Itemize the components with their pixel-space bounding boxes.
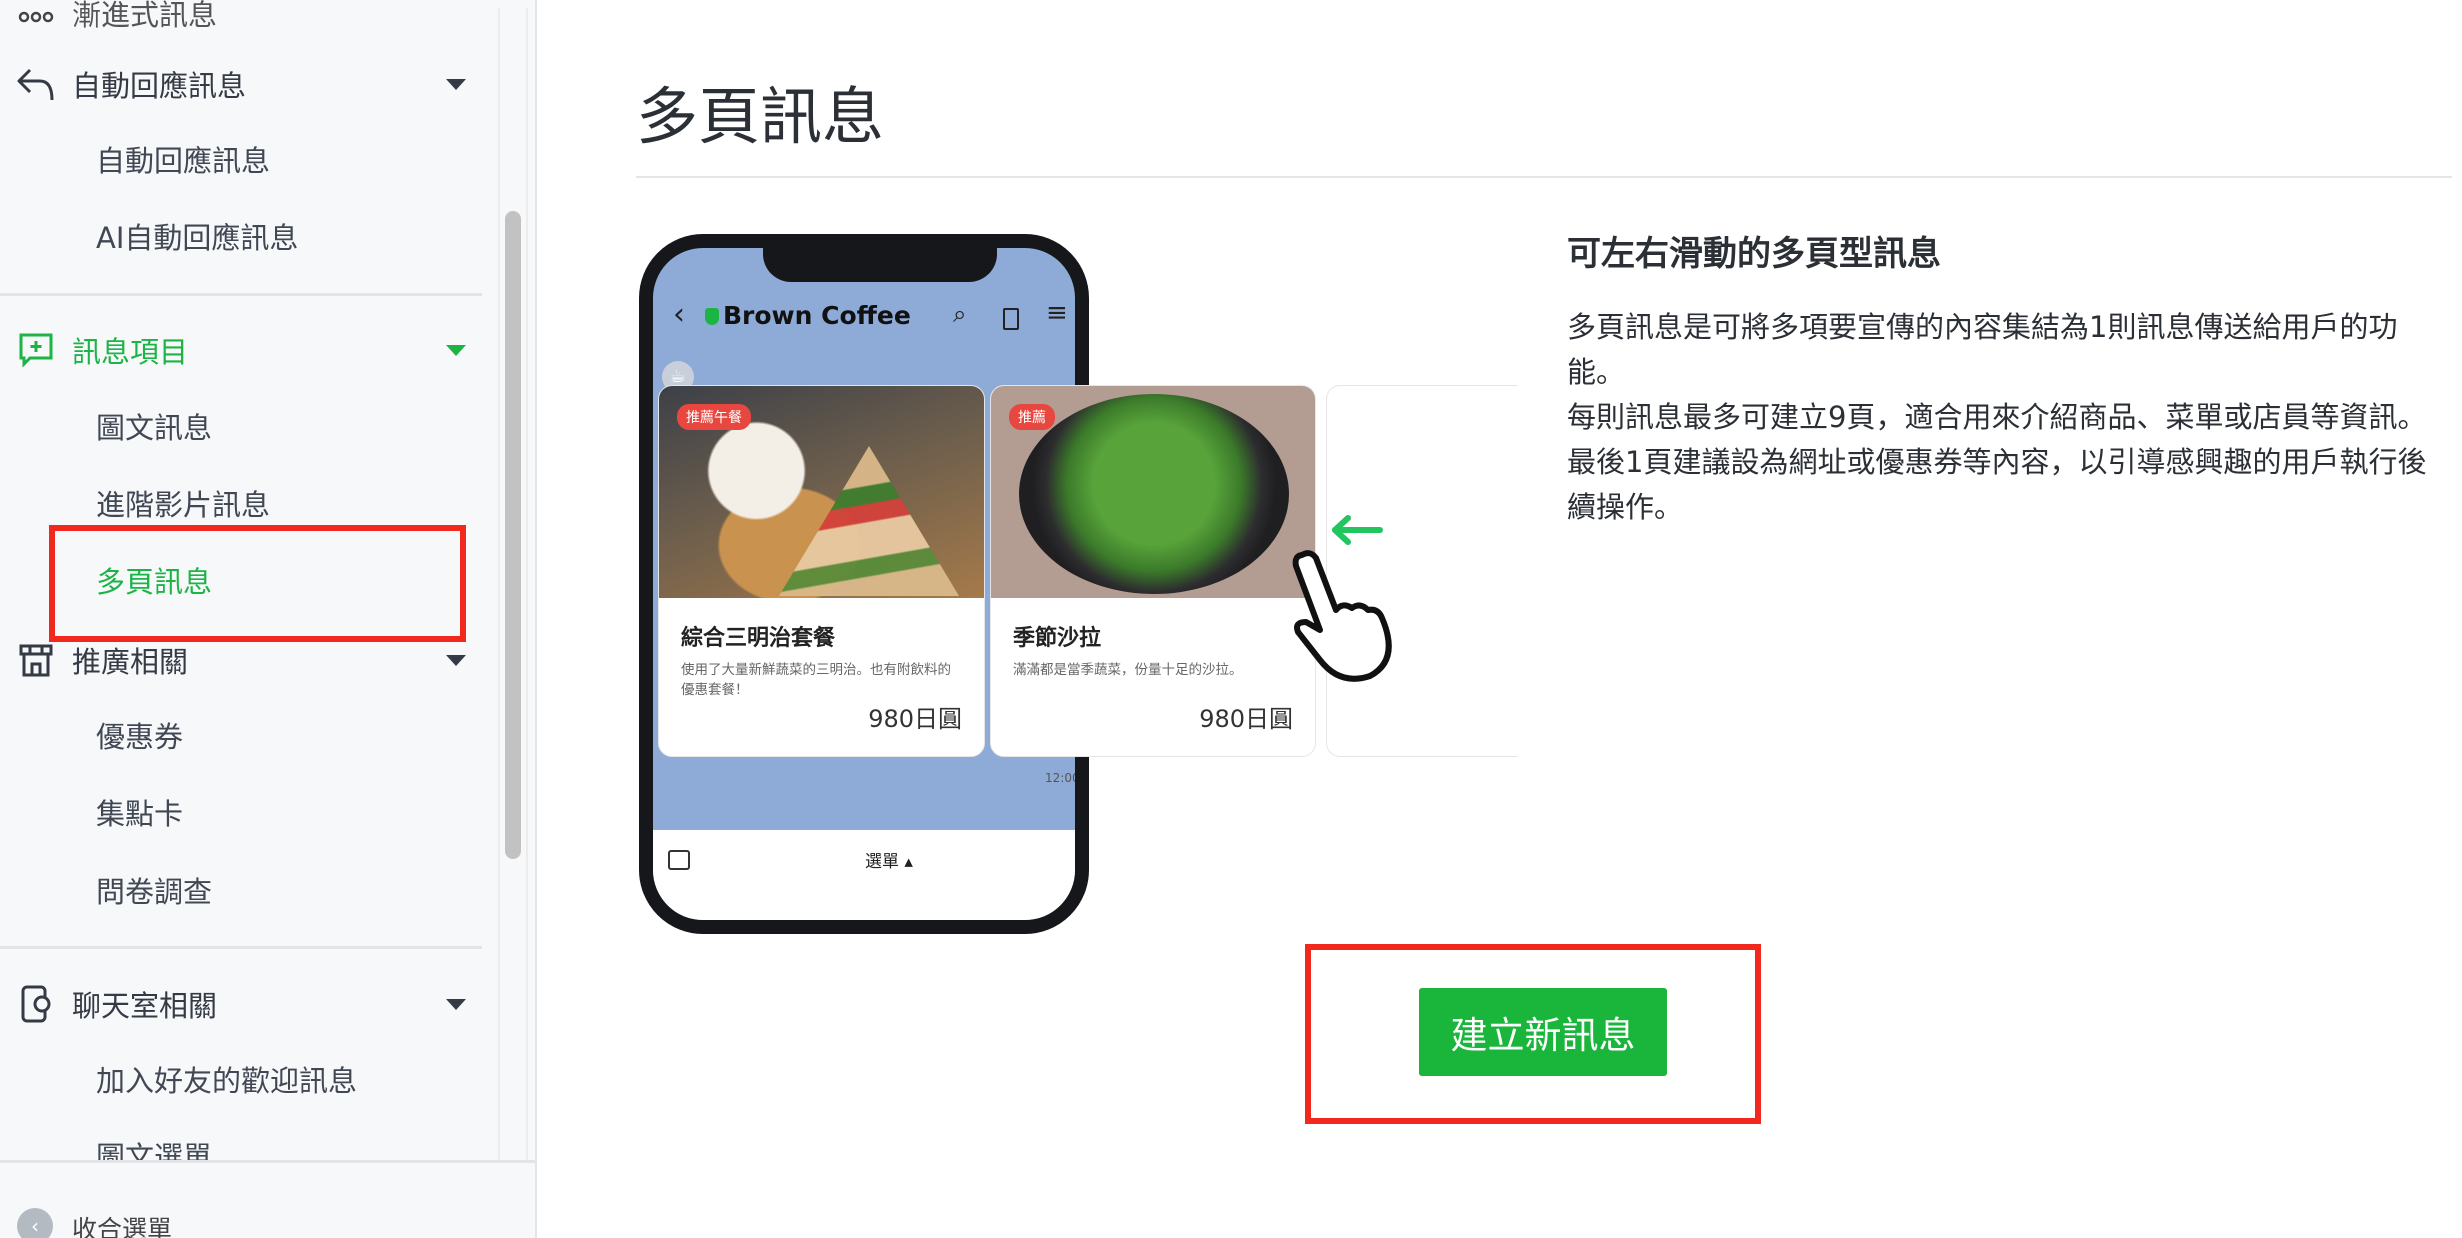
- message-add-icon: [16, 330, 56, 370]
- collapse-menu-label: 收合選單: [72, 1215, 173, 1238]
- sandwich-shape: [779, 446, 959, 596]
- verified-shield-icon: [705, 308, 719, 325]
- divider: [636, 176, 2452, 178]
- card-title: 綜合三明治套餐: [681, 626, 836, 651]
- carousel-card: 推薦 季節沙拉 滿滿都是當季蔬菜，份量十足的沙拉。 980日圓: [990, 385, 1316, 757]
- sidebar-item-survey[interactable]: 問卷調查: [96, 870, 212, 914]
- reply-icon: [16, 64, 56, 104]
- sidebar-group-label: 推廣相關: [72, 645, 189, 679]
- card-description: 滿滿都是當季蔬菜，份量十足的沙拉。: [1013, 662, 1243, 678]
- chevron-down-icon[interactable]: [446, 78, 466, 90]
- sidebar-group-label: 自動回應訊息: [72, 69, 247, 103]
- mask: [1518, 380, 1548, 780]
- salad-image: 推薦: [991, 386, 1315, 598]
- notes-icon: [1003, 308, 1019, 330]
- card-price: 980日圓: [1199, 705, 1293, 733]
- sidebar-group-promotion[interactable]: 推廣相關: [16, 635, 466, 685]
- sidebar-group-message-items[interactable]: 訊息項目: [16, 325, 466, 375]
- message-time: 12:00: [1045, 771, 1080, 785]
- chat-phone-icon: [16, 984, 56, 1024]
- chevron-left-icon: ‹: [17, 1208, 53, 1238]
- collapse-menu-button[interactable]: ‹ 收合選單: [0, 1160, 535, 1238]
- carousel-card: 推薦午餐 綜合三明治套餐 使用了大量新鮮蔬菜的三明治。也有附飲料的優惠套餐！ 9…: [658, 385, 985, 757]
- chevron-down-icon[interactable]: [446, 654, 466, 666]
- chevron-down-icon[interactable]: [446, 344, 466, 356]
- salad-plate: [1019, 394, 1289, 594]
- description-paragraph: 每則訊息最多可建立9頁，適合用來介紹商品、菜單或店員等資訊。: [1567, 400, 2427, 434]
- description-paragraph: 多頁訊息是可將多項要宣傳的內容集結為1則訊息傳送給用戶的功能。: [1567, 310, 2398, 389]
- feature-heading: 可左右滑動的多頁型訊息: [1567, 234, 1941, 274]
- account-name: Brown Coffee: [723, 301, 911, 330]
- sidebar-item-video-message[interactable]: 進階影片訊息: [96, 483, 270, 527]
- sidebar-group-label: 訊息項目: [72, 335, 189, 369]
- divider: [0, 293, 482, 296]
- sandwich-image: 推薦午餐: [659, 386, 984, 598]
- store-icon: [16, 640, 56, 680]
- sidebar: 漸進式訊息 自動回應訊息 自動回應訊息 AI自動回應訊息 訊息項目 圖文訊息 進…: [0, 0, 537, 1238]
- sidebar-item-label: 漸進式訊息: [72, 0, 218, 32]
- search-icon: ⌕: [953, 300, 967, 328]
- menu-label: 選單 ▴: [865, 852, 913, 872]
- card-description: 使用了大量新鮮蔬菜的三明治。也有附飲料的優惠套餐！: [681, 662, 951, 698]
- scrollbar-thumb[interactable]: [505, 211, 521, 859]
- sidebar-item-step-message[interactable]: 漸進式訊息: [16, 0, 466, 38]
- page-title: 多頁訊息: [636, 80, 885, 153]
- menu-icon: ≡: [1046, 298, 1068, 328]
- description-paragraph: 最後1頁建議設為網址或優惠券等內容，以引導感興趣的用戶執行後續操作。: [1567, 445, 2427, 524]
- sidebar-group-auto-reply[interactable]: 自動回應訊息: [16, 59, 466, 109]
- sidebar-group-chat[interactable]: 聊天室相關: [16, 979, 466, 1029]
- steps-icon: [16, 0, 56, 33]
- sidebar-item-welcome-message[interactable]: 加入好友的歡迎訊息: [96, 1059, 357, 1103]
- keyboard-icon: [668, 850, 690, 870]
- sidebar-item-coupon[interactable]: 優惠券: [96, 715, 183, 759]
- card-price: 980日圓: [868, 705, 962, 733]
- sidebar-item-reward-card[interactable]: 集點卡: [96, 792, 183, 836]
- chat-menu-bar: 選單 ▴: [653, 830, 1075, 920]
- sidebar-item-rich-message[interactable]: 圖文訊息: [96, 406, 212, 450]
- back-icon: ‹: [673, 297, 685, 332]
- highlight-box-sidebar: [49, 525, 466, 642]
- card-title: 季節沙拉: [1013, 626, 1102, 651]
- phone-notch: [763, 248, 997, 282]
- card-badge: 推薦: [1009, 404, 1055, 430]
- sidebar-item-auto-reply[interactable]: 自動回應訊息: [96, 139, 270, 183]
- swipe-hand-icon: [1292, 515, 1392, 682]
- divider: [0, 946, 482, 949]
- chevron-down-icon[interactable]: [446, 998, 466, 1010]
- sidebar-group-label: 聊天室相關: [72, 989, 218, 1023]
- card-badge: 推薦午餐: [677, 404, 751, 430]
- feature-description: 多頁訊息是可將多項要宣傳的內容集結為1則訊息傳送給用戶的功能。 每則訊息最多可建…: [1567, 305, 2447, 530]
- create-new-message-button[interactable]: 建立新訊息: [1419, 988, 1667, 1076]
- sidebar-item-ai-auto-reply[interactable]: AI自動回應訊息: [96, 216, 298, 260]
